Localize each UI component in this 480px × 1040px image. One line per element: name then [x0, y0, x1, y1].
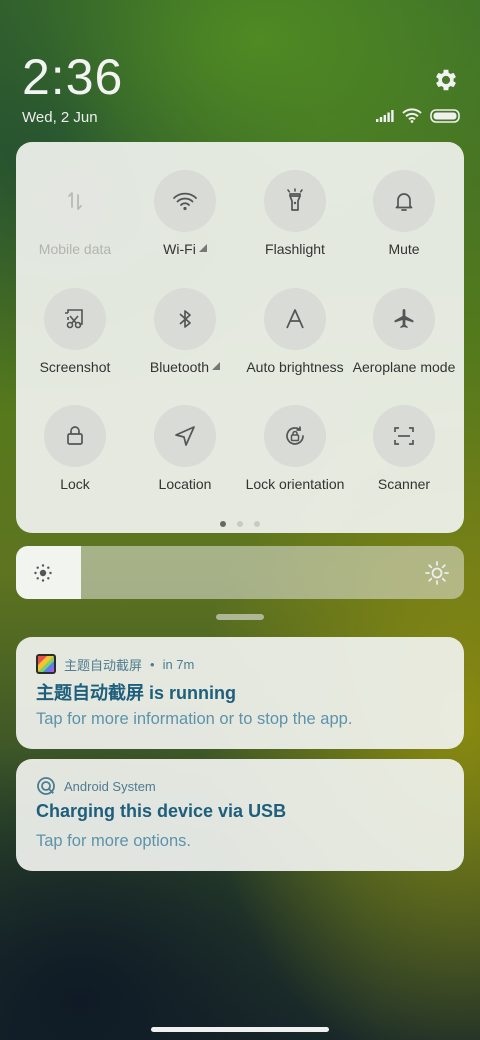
tile-label: Mobile data	[38, 241, 112, 257]
page-dot[interactable]	[220, 521, 226, 527]
app-theme-icon	[36, 654, 56, 674]
tile-label: Flashlight	[265, 241, 325, 257]
battery-icon	[430, 108, 460, 123]
tile-label: Aeroplane mode	[352, 359, 456, 375]
tile-label: Mute	[388, 241, 420, 257]
notification-title: 主题自动截屏 is running	[36, 683, 236, 703]
notification-card[interactable]: Android System Charging this device via …	[16, 759, 464, 871]
tile-bluetooth[interactable]: Bluetooth	[130, 288, 240, 375]
brightness-slider[interactable]	[16, 546, 464, 599]
wifi-icon	[154, 170, 216, 232]
tile-aeroplane-mode[interactable]: Aeroplane mode	[349, 288, 459, 375]
quick-settings-panel: Mobile data Wi-Fi Flashlight Mute Screen…	[16, 142, 464, 533]
page-dot[interactable]	[237, 521, 243, 527]
tile-label: Scanner	[377, 476, 431, 492]
tile-wifi[interactable]: Wi-Fi	[130, 170, 240, 257]
tile-lock[interactable]: Lock	[20, 405, 130, 492]
flashlight-icon	[264, 170, 326, 232]
page-dot[interactable]	[254, 521, 260, 527]
location-icon	[154, 405, 216, 467]
notification-time: in 7m	[162, 656, 195, 672]
airplane-icon	[373, 288, 435, 350]
mobile-data-icon	[44, 170, 106, 232]
scanner-icon	[373, 405, 435, 467]
android-system-icon	[36, 776, 56, 796]
rotation-lock-icon	[264, 405, 326, 467]
notification-card[interactable]: 主题自动截屏 • in 7m 主题自动截屏 is running Tap for…	[16, 637, 464, 749]
tile-label: Wi-Fi	[163, 241, 196, 257]
tile-auto-brightness[interactable]: Auto brightness	[240, 288, 350, 375]
tile-flashlight[interactable]: Flashlight	[240, 170, 350, 257]
tile-label: Bluetooth	[149, 359, 210, 375]
tile-scanner[interactable]: Scanner	[349, 405, 459, 492]
signal-icon	[376, 109, 394, 122]
tile-label: Screenshot	[39, 359, 111, 375]
page-indicator	[16, 521, 464, 527]
tile-label: Auto brightness	[246, 359, 344, 375]
notification-app-name: 主题自动截屏	[64, 657, 143, 673]
expand-caret-icon	[212, 362, 221, 370]
tile-screenshot[interactable]: Screenshot	[20, 288, 130, 375]
bell-icon	[373, 170, 435, 232]
wifi-status-icon	[402, 108, 422, 123]
date: Wed, 2 Jun	[22, 109, 98, 126]
bluetooth-icon	[154, 288, 216, 350]
auto-brightness-icon	[264, 288, 326, 350]
scissors-icon	[44, 288, 106, 350]
tile-mobile-data[interactable]: Mobile data	[20, 170, 130, 257]
tile-lock-orientation[interactable]: Lock orientation	[240, 405, 350, 492]
home-indicator[interactable]	[151, 1027, 329, 1032]
brightness-high-icon	[424, 560, 450, 586]
tile-location[interactable]: Location	[130, 405, 240, 492]
expand-caret-icon	[198, 244, 207, 252]
drag-handle[interactable]	[216, 614, 264, 620]
status-bar-icons	[376, 108, 460, 123]
tile-label: Location	[158, 476, 212, 492]
clock: 2:36	[22, 49, 124, 105]
notification-text: Tap for more information or to stop the …	[36, 710, 353, 728]
notification-text: Tap for more options.	[36, 832, 191, 850]
notification-title: Charging this device via USB	[36, 801, 287, 821]
brightness-low-icon	[33, 563, 53, 583]
tile-mute[interactable]: Mute	[349, 170, 459, 257]
notification-app-name: Android System	[64, 778, 156, 794]
separator-dot: •	[150, 656, 155, 672]
settings-gear-icon[interactable]	[432, 66, 460, 94]
lock-icon	[44, 405, 106, 467]
tile-label: Lock orientation	[245, 476, 345, 492]
tile-label: Lock	[60, 476, 90, 492]
